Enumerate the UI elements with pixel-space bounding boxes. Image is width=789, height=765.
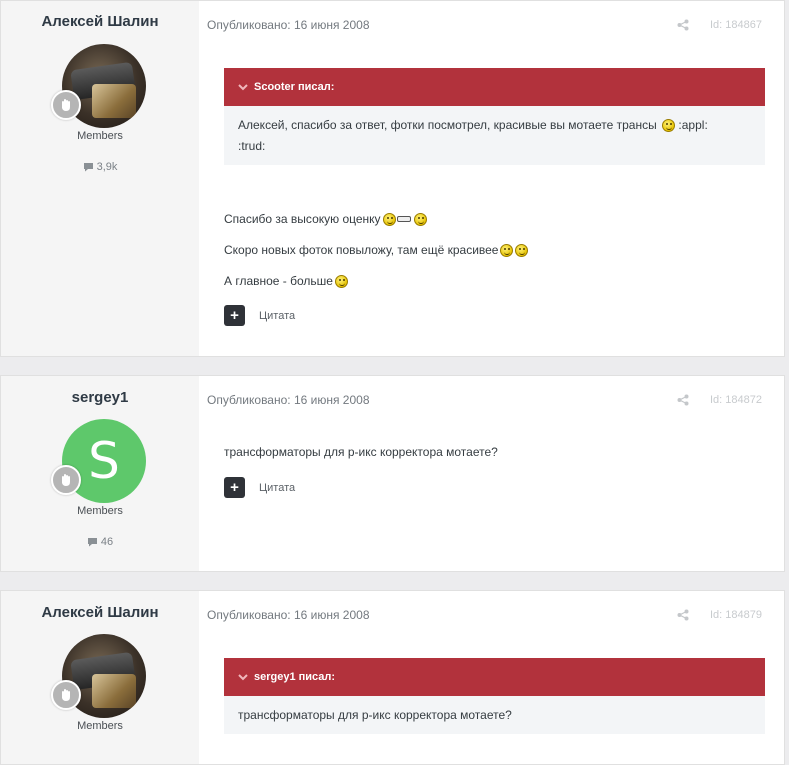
post-paragraph: Спасибо за высокую оценку bbox=[224, 212, 427, 226]
post-paragraph: А главное - больше bbox=[224, 274, 348, 288]
author-panel: Алексей Шалин Members bbox=[1, 591, 199, 764]
post-content: Опубликовано: 16 июня 2008 Id: 184867 Sc… bbox=[199, 1, 784, 356]
post-id[interactable]: Id: 184872 bbox=[710, 394, 762, 406]
author-name-link[interactable]: Алексей Шалин bbox=[1, 13, 199, 30]
share-icon[interactable] bbox=[677, 19, 689, 31]
comment-icon bbox=[83, 163, 93, 172]
post-count-value: 3,9k bbox=[96, 161, 118, 173]
post-id[interactable]: Id: 184879 bbox=[710, 609, 762, 621]
quote-block: Scooter писал: Алексей, спасибо за ответ… bbox=[224, 68, 765, 165]
quote-header[interactable]: Scooter писал: bbox=[224, 68, 765, 106]
author-name-link[interactable]: Алексей Шалин bbox=[1, 604, 199, 621]
paragraph-text: трансформаторы для р-икс корректора мота… bbox=[224, 445, 498, 459]
member-group: Members bbox=[77, 130, 123, 142]
comment-icon bbox=[87, 538, 97, 547]
chevron-down-icon bbox=[238, 83, 248, 90]
rank-badge-icon bbox=[51, 90, 81, 120]
quote-text: трансформаторы для р-икс корректора мота… bbox=[238, 708, 512, 722]
post-id[interactable]: Id: 184867 bbox=[710, 19, 762, 31]
quote-header[interactable]: sergey1 писал: bbox=[224, 658, 765, 696]
quote-text-line2: :trud: bbox=[238, 139, 266, 153]
member-group: Members bbox=[77, 720, 123, 732]
quote-block: sergey1 писал: трансформаторы для р-икс … bbox=[224, 658, 765, 734]
quote-body: трансформаторы для р-икс корректора мота… bbox=[224, 696, 765, 734]
smiley-icon bbox=[382, 212, 396, 226]
smiley-icon bbox=[662, 119, 676, 133]
author-panel: Алексей Шалин Members 3,9k bbox=[1, 1, 199, 356]
share-icon[interactable] bbox=[677, 394, 689, 406]
chevron-down-icon bbox=[238, 673, 248, 680]
post-date[interactable]: Опубликовано: 16 июня 2008 bbox=[207, 393, 370, 407]
post-paragraph: трансформаторы для р-икс корректора мота… bbox=[224, 445, 498, 459]
plus-icon: + bbox=[224, 305, 245, 326]
post-count: 3,9k bbox=[1, 161, 199, 173]
paragraph-text: А главное - больше bbox=[224, 274, 333, 288]
quote-button[interactable]: + Цитата bbox=[224, 305, 295, 326]
share-icon[interactable] bbox=[677, 609, 689, 621]
plus-icon: + bbox=[224, 477, 245, 498]
post-date[interactable]: Опубликовано: 16 июня 2008 bbox=[207, 18, 370, 32]
author-name-link[interactable]: sergey1 bbox=[1, 389, 199, 406]
paragraph-text: Спасибо за высокую оценку bbox=[224, 212, 381, 226]
quote-author: sergey1 писал: bbox=[254, 671, 336, 683]
quote-button-label: Цитата bbox=[259, 481, 296, 494]
smiley-icon bbox=[334, 274, 348, 288]
post-184872: sergey1 S Members 46 Опубликовано: 16 ию… bbox=[0, 375, 785, 572]
quote-author: Scooter писал: bbox=[254, 81, 335, 93]
quote-text: Алексей, спасибо за ответ, фотки посмотр… bbox=[238, 118, 657, 132]
quote-button[interactable]: + Цитата bbox=[224, 477, 295, 498]
post-count-value: 46 bbox=[100, 536, 114, 548]
rank-badge-icon bbox=[51, 680, 81, 710]
smiley-icon bbox=[413, 212, 427, 226]
post-count: 46 bbox=[1, 536, 199, 548]
avatar-letter: S bbox=[88, 432, 120, 490]
post-184879: Алексей Шалин Members Опубликовано: 16 и… bbox=[0, 590, 785, 765]
post-date[interactable]: Опубликовано: 16 июня 2008 bbox=[207, 608, 370, 622]
glasses-icon bbox=[396, 216, 411, 222]
author-panel: sergey1 S Members 46 bbox=[1, 376, 199, 571]
post-paragraph: Скоро новых фоток повыложу, там ещё крас… bbox=[224, 243, 529, 257]
smiley-icon bbox=[500, 243, 514, 257]
rank-badge-icon bbox=[51, 465, 81, 495]
member-group: Members bbox=[77, 505, 123, 517]
quote-button-label: Цитата bbox=[259, 309, 296, 322]
quote-body: Алексей, спасибо за ответ, фотки посмотр… bbox=[224, 106, 765, 165]
post-184867: Алексей Шалин Members 3,9k Опубликовано:… bbox=[0, 0, 785, 357]
post-content: Опубликовано: 16 июня 2008 Id: 184872 тр… bbox=[199, 376, 784, 571]
post-content: Опубликовано: 16 июня 2008 Id: 184879 se… bbox=[199, 591, 784, 764]
quote-text-tail: :appl: bbox=[678, 118, 708, 132]
smiley-icon bbox=[515, 243, 529, 257]
paragraph-text: Скоро новых фоток повыложу, там ещё крас… bbox=[224, 243, 499, 257]
